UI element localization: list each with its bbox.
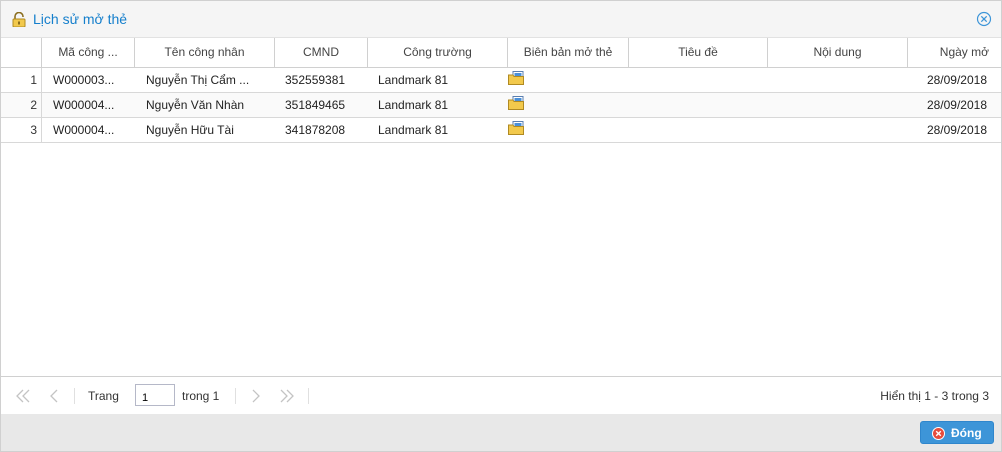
folder-icon[interactable] <box>508 71 524 85</box>
table-row[interactable]: 1 W000003... Nguyễn Thị Cẩm ... 35255938… <box>1 68 1001 93</box>
close-button-label: Đóng <box>951 426 982 440</box>
site-cell: Landmark 81 <box>378 73 449 87</box>
column-header-content[interactable]: Nội dung <box>768 38 908 67</box>
content-cell <box>768 93 908 117</box>
cmnd-cell: 341878208 <box>285 123 346 137</box>
pager-separator <box>74 388 75 404</box>
paging-info: Hiển thị 1 - 3 trong 3 <box>880 389 989 403</box>
subject-cell <box>629 118 768 142</box>
subject-cell <box>629 93 768 117</box>
open-date-cell: 28/09/2018 <box>926 123 987 137</box>
worker-name-cell: Nguyễn Hữu Tài <box>146 123 234 137</box>
worker-code-cell: W000003... <box>53 73 115 87</box>
prev-page-icon[interactable] <box>45 388 63 404</box>
row-number: 1 <box>1 68 42 92</box>
row-number: 2 <box>1 93 42 117</box>
worker-name-cell: Nguyễn Văn Nhàn <box>146 98 245 112</box>
subject-cell <box>629 68 768 92</box>
page-number-input[interactable] <box>135 384 175 406</box>
content-cell <box>768 118 908 142</box>
window-footer: Đóng <box>1 414 1001 451</box>
history-window: Lịch sử mở thẻ Mã công ... Tên công nhân… <box>0 0 1002 452</box>
table-row[interactable]: 3 W000004... Nguyễn Hữu Tài 341878208 La… <box>1 118 1001 143</box>
column-header-unlock-record[interactable]: Biên bản mở thẻ <box>508 38 629 67</box>
content-cell <box>768 68 908 92</box>
first-page-icon[interactable] <box>14 388 32 404</box>
column-header-open-date[interactable]: Ngày mở <box>908 38 1001 67</box>
close-button[interactable]: Đóng <box>920 421 994 444</box>
window-titlebar: Lịch sử mở thẻ <box>1 1 1001 38</box>
site-cell: Landmark 81 <box>378 98 449 112</box>
grid-header: Mã công ... Tên công nhân CMND Công trườ… <box>1 38 1001 68</box>
column-header-rownum <box>1 38 42 67</box>
pager-separator <box>308 388 309 404</box>
last-page-icon[interactable] <box>278 388 296 404</box>
page-count-label: trong 1 <box>182 389 220 403</box>
close-icon[interactable] <box>976 11 992 27</box>
pager-separator <box>235 388 236 404</box>
cmnd-cell: 351849465 <box>285 98 346 112</box>
next-page-icon[interactable] <box>247 388 265 404</box>
row-number: 3 <box>1 118 42 142</box>
worker-name-cell: Nguyễn Thị Cẩm ... <box>146 73 250 87</box>
lock-icon <box>12 12 26 27</box>
open-date-cell: 28/09/2018 <box>926 98 987 112</box>
folder-icon[interactable] <box>508 96 524 110</box>
column-header-subject[interactable]: Tiêu đề <box>629 38 768 67</box>
open-date-cell: 28/09/2018 <box>926 73 987 87</box>
cmnd-cell: 352559381 <box>285 73 346 87</box>
cancel-icon <box>932 427 945 440</box>
page-label: Trang <box>88 389 119 403</box>
site-cell: Landmark 81 <box>378 123 449 137</box>
column-header-cmnd[interactable]: CMND <box>275 38 368 67</box>
worker-code-cell: W000004... <box>53 123 115 137</box>
window-title: Lịch sử mở thẻ <box>33 11 128 27</box>
folder-icon[interactable] <box>508 121 524 135</box>
table-row[interactable]: 2 W000004... Nguyễn Văn Nhàn 351849465 L… <box>1 93 1001 118</box>
grid-body: 1 W000003... Nguyễn Thị Cẩm ... 35255938… <box>1 68 1001 143</box>
column-header-site[interactable]: Công trường <box>368 38 508 67</box>
column-header-worker-name[interactable]: Tên công nhân <box>135 38 275 67</box>
worker-code-cell: W000004... <box>53 98 115 112</box>
column-header-code[interactable]: Mã công ... <box>42 38 135 67</box>
paging-toolbar: Trang trong 1 Hiển thị 1 - 3 trong 3 <box>1 376 1001 415</box>
